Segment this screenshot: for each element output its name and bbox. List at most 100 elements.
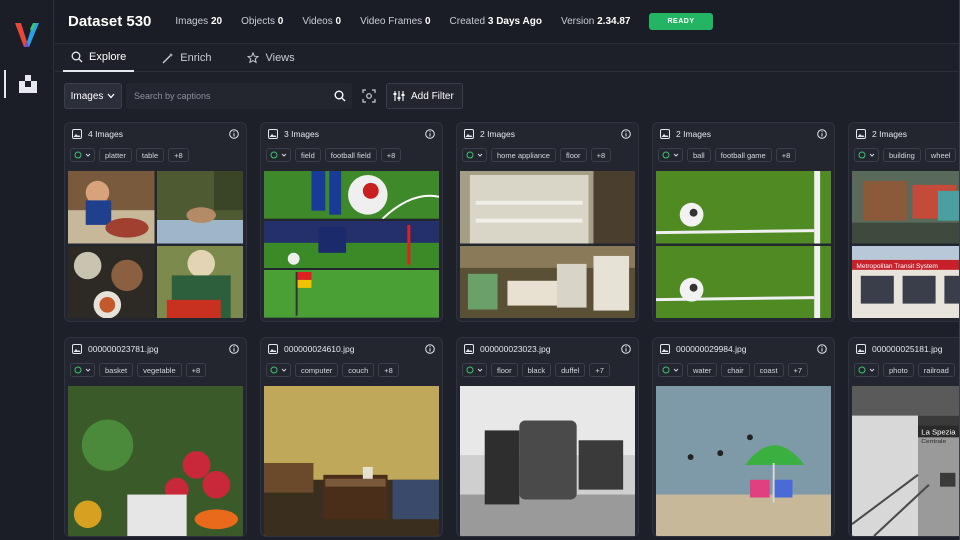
tag-chip[interactable]: black <box>521 363 552 377</box>
image-group-card[interactable]: 2 Images home appliance floor +8 <box>456 122 639 322</box>
card-filename: 000000025181.jpg <box>872 344 943 354</box>
info-icon[interactable] <box>817 129 827 139</box>
tag-chip[interactable]: home appliance <box>491 148 556 162</box>
tab-enrich[interactable]: Enrich <box>154 44 219 72</box>
tag-filter-toggle[interactable] <box>462 363 487 377</box>
tag-chip[interactable]: duffel <box>555 363 586 377</box>
image-icon <box>660 129 670 139</box>
thumbnail-image[interactable] <box>156 171 244 244</box>
image-card[interactable]: 000000023781.jpg basket vegetable +8 <box>64 337 247 537</box>
tag-filter-toggle[interactable] <box>854 363 879 377</box>
tag-chip[interactable]: floor <box>559 148 587 162</box>
tab-explore[interactable]: Explore <box>63 44 135 72</box>
tag-filter-toggle[interactable] <box>854 148 879 162</box>
add-filter-button[interactable]: Add Filter <box>386 83 463 109</box>
tag-filter-toggle[interactable] <box>266 148 291 162</box>
thumbnail-image[interactable]: La Spezia Centrale <box>852 386 960 536</box>
media-type-select[interactable]: Images <box>64 83 122 109</box>
card-title: 2 Images <box>676 129 711 139</box>
image-group-card[interactable]: 2 Images ball football game +8 <box>652 122 835 322</box>
thumbnail-image[interactable] <box>460 171 635 244</box>
card-filename: 000000029984.jpg <box>676 344 747 354</box>
tab-enrich-label: Enrich <box>180 52 212 64</box>
thumbnail-image[interactable] <box>264 171 439 219</box>
image-group-card[interactable]: 3 Images field football field +8 <box>260 122 443 322</box>
thumbnail-image[interactable] <box>68 386 243 536</box>
tag-chip[interactable]: wheel <box>924 148 957 162</box>
tag-chip[interactable]: water <box>687 363 718 377</box>
thumbnail-image[interactable] <box>68 245 155 319</box>
thumbnail-image[interactable]: Metropolitan Transit System <box>852 245 960 319</box>
tag-filter-toggle[interactable] <box>462 148 487 162</box>
tag-chip[interactable]: table <box>135 148 165 162</box>
image-icon <box>856 344 866 354</box>
info-icon[interactable] <box>817 344 827 354</box>
tag-chip[interactable]: building <box>883 148 921 162</box>
more-tags-chip[interactable]: +7 <box>787 363 809 377</box>
datasets-nav-item[interactable] <box>4 70 50 98</box>
thumbnail-image[interactable] <box>656 386 831 536</box>
thumbnail-image[interactable] <box>656 245 831 319</box>
info-icon[interactable] <box>229 344 239 354</box>
tag-chip[interactable]: photo <box>883 363 914 377</box>
more-tags-chip[interactable]: +8 <box>378 363 399 377</box>
info-icon[interactable] <box>229 129 239 139</box>
image-card[interactable]: 000000029984.jpg water chair coast +7 <box>652 337 835 537</box>
thumbnail-image[interactable] <box>68 171 155 244</box>
tag-chip[interactable]: ball <box>687 148 711 162</box>
thumbnail-image[interactable] <box>264 220 439 269</box>
tag-chip[interactable]: vegetable <box>137 363 182 377</box>
thumbnail-image[interactable] <box>460 386 635 536</box>
tag-chip[interactable]: floor <box>491 363 518 377</box>
tag-filter-toggle[interactable] <box>266 363 291 377</box>
thumbnail-image[interactable] <box>264 270 439 318</box>
more-tags-chip[interactable]: +8 <box>775 148 797 162</box>
tag-chip[interactable]: field <box>295 148 321 162</box>
image-group-card[interactable]: 4 Images platter table +8 <box>64 122 247 322</box>
info-icon[interactable] <box>425 129 435 139</box>
more-tags-chip[interactable]: +7 <box>589 363 610 377</box>
tag-chip[interactable]: chair <box>721 363 750 377</box>
tag-filter-toggle[interactable] <box>658 363 683 377</box>
more-tags-chip[interactable]: +8 <box>185 363 207 377</box>
magic-wand-icon <box>162 53 174 64</box>
more-tags-chip[interactable]: +8 <box>168 148 189 162</box>
chevron-down-icon <box>673 153 679 157</box>
tag-chip[interactable]: couch <box>342 363 375 377</box>
more-tags-chip[interactable]: +8 <box>380 148 402 162</box>
tag-filter-toggle[interactable] <box>70 363 95 377</box>
thumbnail-image[interactable] <box>156 245 244 319</box>
image-search-button[interactable] <box>356 83 382 109</box>
app-logo-icon[interactable] <box>14 20 40 48</box>
chevron-down-icon <box>477 368 483 372</box>
card-title: 4 Images <box>88 129 123 139</box>
tram-sign-text: Metropolitan Transit System <box>856 263 938 270</box>
image-card[interactable]: 000000024610.jpg computer couch +8 <box>260 337 443 537</box>
image-group-card[interactable]: 2 Images building wheel Metropolitan Tra… <box>848 122 960 322</box>
tag-icon <box>466 151 474 159</box>
caption-search-input[interactable]: Search by captions <box>126 83 352 109</box>
thumbnail-image[interactable] <box>264 386 439 536</box>
thumbnail-image[interactable] <box>656 171 831 244</box>
thumbnail-image[interactable] <box>460 245 635 319</box>
tag-chip[interactable]: platter <box>99 148 132 162</box>
tag-chip[interactable]: basket <box>99 363 134 377</box>
chevron-down-icon <box>477 153 483 157</box>
image-icon <box>464 129 474 139</box>
tab-views[interactable]: Views <box>239 44 302 72</box>
tag-chip[interactable]: computer <box>295 363 339 377</box>
tag-chip[interactable]: railroad <box>917 363 955 377</box>
search-icon[interactable] <box>334 90 346 102</box>
tag-chip[interactable]: coast <box>753 363 784 377</box>
tag-chip[interactable]: football field <box>324 148 377 162</box>
info-icon[interactable] <box>425 344 435 354</box>
thumbnail-image[interactable] <box>852 171 960 244</box>
image-card[interactable]: 000000023023.jpg floor black duffel +7 <box>456 337 639 537</box>
more-tags-chip[interactable]: +8 <box>590 148 612 162</box>
tag-filter-toggle[interactable] <box>70 148 95 162</box>
tag-filter-toggle[interactable] <box>658 148 683 162</box>
image-card[interactable]: 000000025181.jpg photo railroad La Spezi… <box>848 337 960 537</box>
tag-chip[interactable]: football game <box>714 148 772 162</box>
info-icon[interactable] <box>621 129 631 139</box>
info-icon[interactable] <box>621 344 631 354</box>
